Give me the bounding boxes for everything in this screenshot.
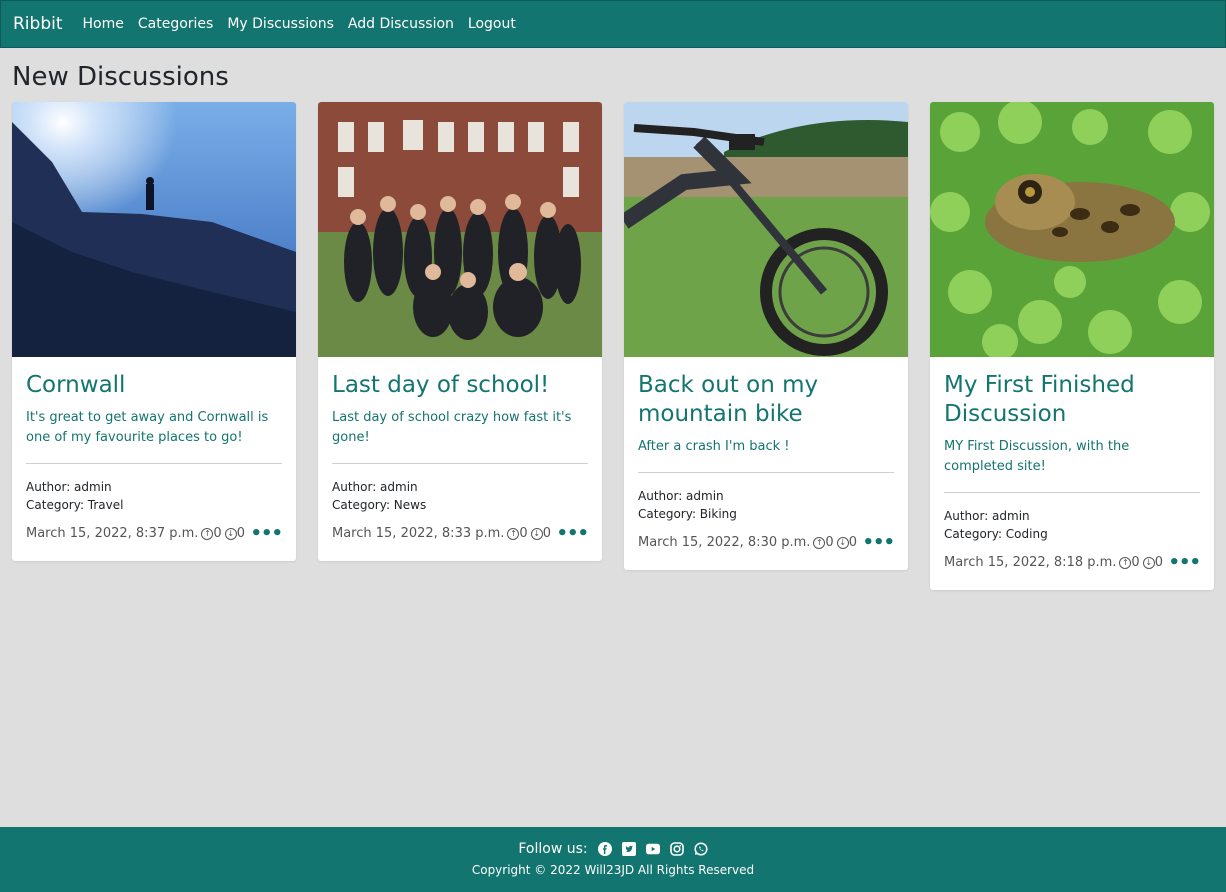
more-options-icon[interactable]: ••• [250,524,283,542]
card-category: Category: News [332,498,427,512]
nav-logout[interactable]: Logout [468,16,516,32]
card-image[interactable] [624,102,908,357]
downvote-icon[interactable]: ↓ [836,536,849,549]
card-text: MY First Discussion, with the completed … [944,439,1130,474]
footer: Follow us: Copyright © 2022 Will23JD All… [0,827,1226,892]
downvote-icon[interactable]: ↓ [224,527,237,540]
more-options-icon[interactable]: ••• [556,524,589,542]
youtube-icon[interactable] [645,842,660,856]
card-title[interactable]: Cornwall [26,371,282,400]
discussion-card[interactable]: My First Finished Discussion MY First Di… [930,102,1214,590]
brand-logo[interactable]: Ribbit [13,14,63,34]
card-category: Category: Travel [26,498,124,512]
card-author: Author: admin [26,480,112,494]
card-date: March 15, 2022, 8:30 p.m. [638,535,811,550]
card-image[interactable] [12,102,296,357]
upvote-icon[interactable]: ↑ [1119,556,1132,569]
card-category: Category: Coding [944,527,1048,541]
divider [26,463,282,464]
card-date: March 15, 2022, 8:18 p.m. [944,555,1117,570]
upvote-icon[interactable]: ↑ [201,527,214,540]
facebook-icon[interactable] [597,842,612,856]
discussion-card[interactable]: Last day of school! Last day of school c… [318,102,602,561]
upvote-icon[interactable]: ↑ [813,536,826,549]
downvote-count: 0 [1154,555,1163,570]
divider [944,492,1200,493]
more-options-icon[interactable]: ••• [1168,553,1201,571]
card-author: Author: admin [638,489,724,503]
card-category: Category: Biking [638,507,737,521]
nav-add-discussion[interactable]: Add Discussion [348,16,454,32]
card-text: Last day of school crazy how fast it's g… [332,410,572,445]
card-image[interactable] [318,102,602,357]
divider [638,472,894,473]
navbar: Ribbit Home Categories My Discussions Ad… [0,0,1226,48]
upvote-count: 0 [519,526,528,541]
card-date: March 15, 2022, 8:33 p.m. [332,526,505,541]
downvote-count: 0 [236,526,245,541]
follow-label: Follow us: [518,841,588,857]
downvote-icon[interactable]: ↓ [1142,556,1155,569]
downvote-icon[interactable]: ↓ [530,527,543,540]
nav-categories[interactable]: Categories [138,16,213,32]
card-text: It's great to get away and Cornwall is o… [26,410,269,445]
upvote-count: 0 [1131,555,1140,570]
copyright-text: Copyright © 2022 Will23JD All Rights Res… [471,863,755,877]
card-title[interactable]: My First Finished Discussion [944,371,1200,429]
discussion-card[interactable]: Back out on my mountain bike After a cra… [624,102,908,570]
upvote-count: 0 [825,535,834,550]
card-date: March 15, 2022, 8:37 p.m. [26,526,199,541]
upvote-icon[interactable]: ↑ [507,527,520,540]
discussion-list: Cornwall It's great to get away and Corn… [12,102,1214,590]
twitter-icon[interactable] [621,842,636,856]
nav-my-discussions[interactable]: My Discussions [227,16,334,32]
page-title: New Discussions [12,62,229,92]
divider [332,463,588,464]
card-author: Author: admin [332,480,418,494]
upvote-count: 0 [213,526,222,541]
card-title[interactable]: Last day of school! [332,371,588,400]
card-text: After a crash I'm back ! [638,439,790,454]
discussion-card[interactable]: Cornwall It's great to get away and Corn… [12,102,296,561]
downvote-count: 0 [542,526,551,541]
card-author: Author: admin [944,509,1030,523]
whatsapp-icon[interactable] [694,842,708,856]
card-image[interactable] [930,102,1214,357]
downvote-count: 0 [848,535,857,550]
more-options-icon[interactable]: ••• [862,533,895,551]
nav-home[interactable]: Home [83,16,124,32]
instagram-icon[interactable] [669,842,684,856]
card-title[interactable]: Back out on my mountain bike [638,371,894,429]
